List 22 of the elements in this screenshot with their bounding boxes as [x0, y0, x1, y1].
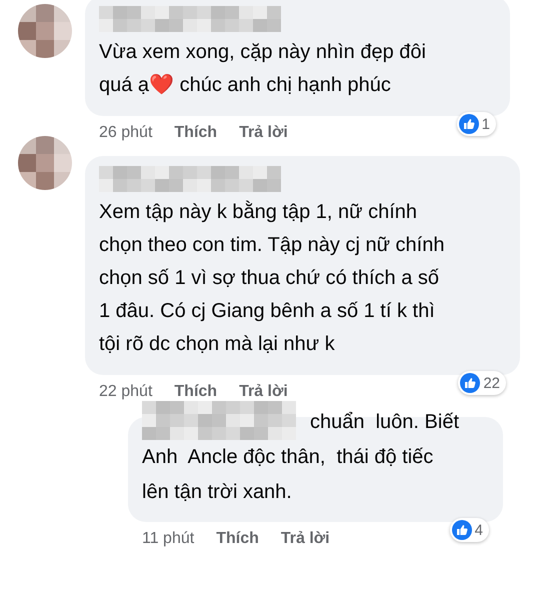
thumbs-up-icon [452, 520, 472, 540]
comment-text: Anh Ancle độc thân, thái độ tiếc [142, 445, 434, 470]
thumbs-up-icon [460, 373, 480, 393]
reaction-count[interactable]: 1 [456, 112, 496, 136]
comment-text: lên tận trời xanh. [142, 480, 293, 505]
reply-link[interactable]: Trả lời [239, 381, 288, 403]
comment-time: 26 phút [99, 123, 152, 143]
comment-text: Vừa xem xong, cặp này nhìn đẹp đôi quá ạ❤ chúc anh chị hạnh phúc [99, 40, 427, 98]
reaction-count[interactable]: 22 [458, 371, 506, 395]
avatar[interactable] [18, 4, 72, 58]
reaction-count[interactable]: 4 [450, 518, 489, 542]
like-link[interactable]: Thích [216, 528, 259, 550]
thumbs-up-icon [458, 114, 479, 134]
like-link[interactable]: Thích [174, 381, 218, 403]
reply-link[interactable]: Trả lời [280, 528, 330, 550]
comment-time: 22 phút [99, 382, 152, 402]
reply-link[interactable]: Trả lời [239, 122, 288, 144]
comment-text: Xem tập này k bằng tập 1, nữ chính chọn theo con tim. Tập này cj nữ chính chọn số 1 vì sợ thua chứ có thích a số 1 đâu. Có cj Giang bênh a số 1 tí k thì tội rõ dc chọn mà lại như k [99, 200, 446, 357]
like-link[interactable]: Thích [174, 122, 218, 144]
comment-time: 11 phút [142, 529, 194, 549]
comment-text: chuẩn luôn. Biết [310, 410, 459, 435]
avatar[interactable] [18, 136, 72, 190]
